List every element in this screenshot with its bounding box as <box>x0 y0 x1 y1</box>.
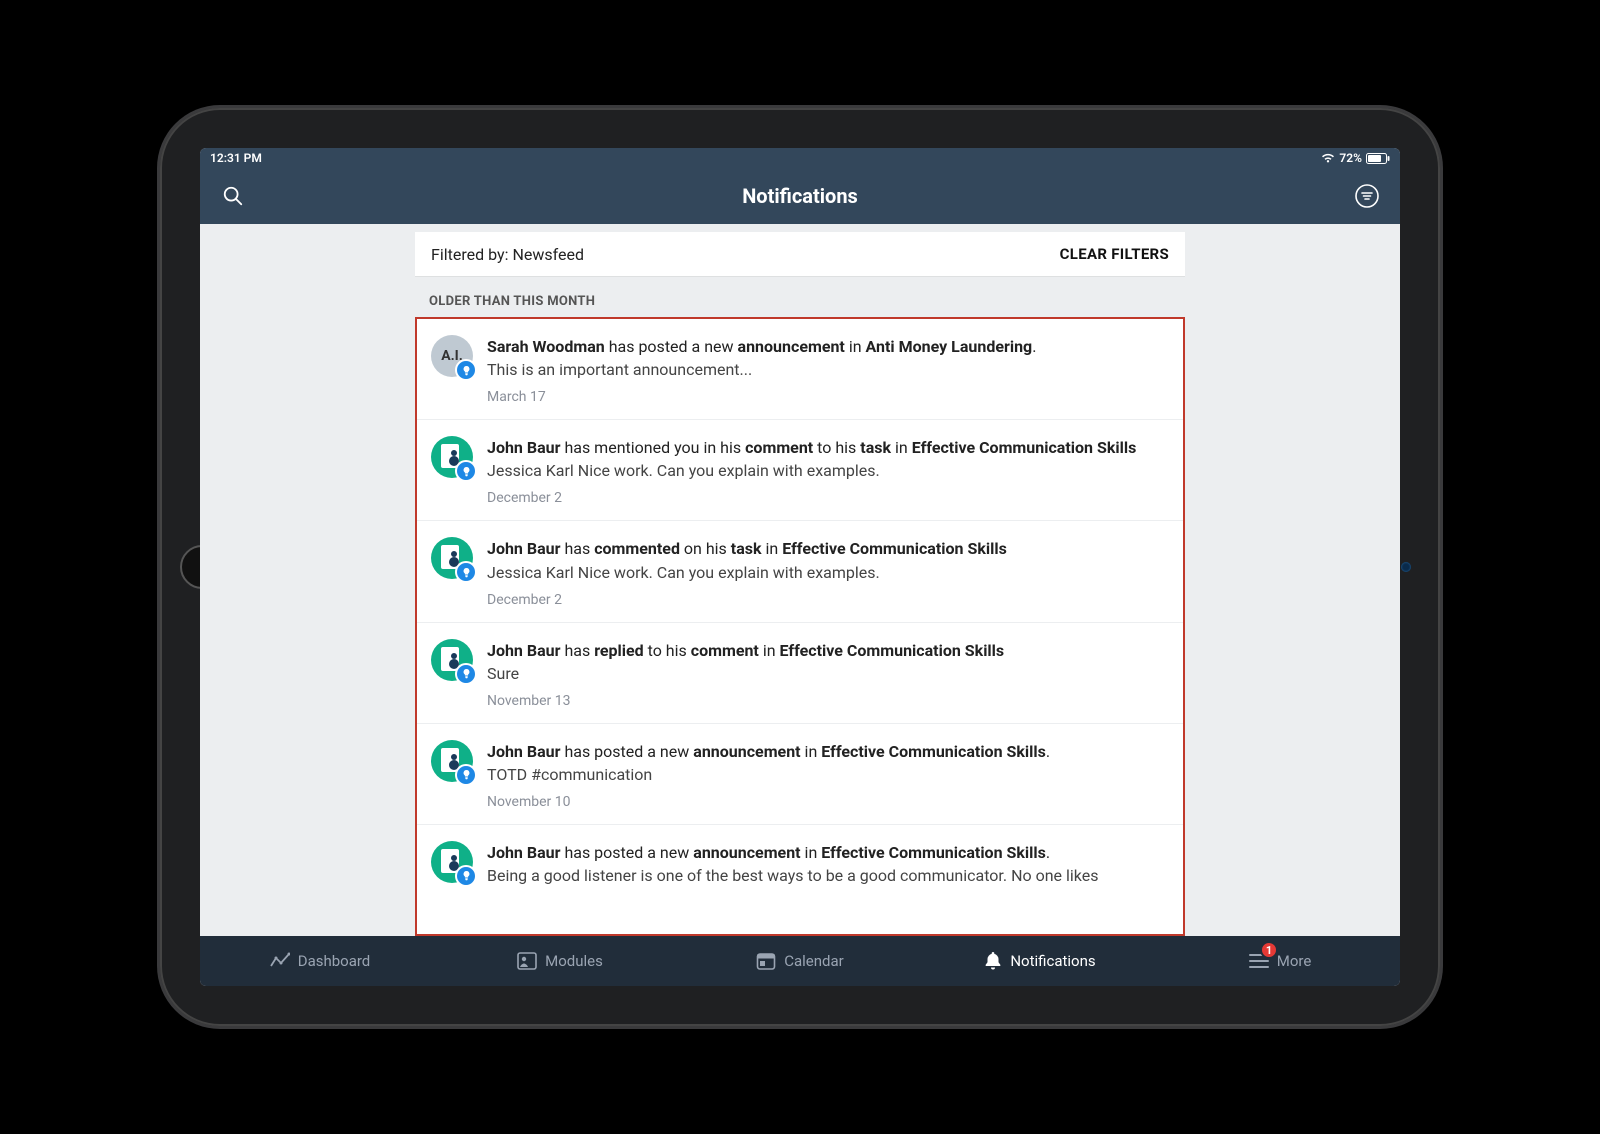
lightbulb-icon <box>455 764 477 786</box>
notification-date: December 2 <box>487 490 1169 506</box>
notification-date: March 17 <box>487 389 1169 405</box>
notification-item[interactable]: John Baur has mentioned you in his comme… <box>417 420 1183 521</box>
tab-dashboard-label: Dashboard <box>298 952 371 970</box>
notification-list: A.I. Sarah Woodman has posted a new annou… <box>415 317 1185 936</box>
tab-more-badge: 1 <box>1260 941 1278 959</box>
notification-item[interactable]: John Baur has replied to his comment in … <box>417 623 1183 724</box>
notification-item[interactable]: John Baur has commented on his task in E… <box>417 521 1183 622</box>
lightbulb-icon <box>455 663 477 685</box>
camera-dot <box>1401 562 1411 572</box>
search-button[interactable] <box>218 181 248 211</box>
lightbulb-icon <box>455 865 477 887</box>
screen: 12:31 PM 72% Notifications <box>200 148 1400 986</box>
notification-title: John Baur has mentioned you in his comme… <box>487 436 1169 459</box>
calendar-icon <box>756 952 776 970</box>
avatar: A.I. <box>431 335 473 377</box>
notification-preview: Jessica Karl Nice work. Can you explain … <box>487 563 1169 582</box>
notification-title: Sarah Woodman has posted a new announcem… <box>487 335 1169 358</box>
lightbulb-icon <box>455 460 477 482</box>
tab-more[interactable]: 1 More <box>1160 936 1400 986</box>
filter-menu-button[interactable] <box>1352 181 1382 211</box>
tab-more-label: More <box>1277 952 1312 970</box>
notification-preview: Being a good listener is one of the best… <box>487 866 1169 885</box>
content-area: Filtered by: Newsfeed CLEAR FILTERS OLDE… <box>200 224 1400 936</box>
notification-preview: This is an important announcement... <box>487 360 1169 379</box>
notification-date: December 2 <box>487 592 1169 608</box>
wifi-icon <box>1321 153 1335 163</box>
ipad-frame: 12:31 PM 72% Notifications <box>160 108 1440 1026</box>
notification-item[interactable]: John Baur has posted a new announcement … <box>417 825 1183 899</box>
status-time: 12:31 PM <box>210 151 262 165</box>
notification-title: John Baur has posted a new announcement … <box>487 841 1169 864</box>
tab-modules[interactable]: Modules <box>440 936 680 986</box>
dashboard-icon <box>270 952 290 970</box>
tab-notifications[interactable]: Notifications <box>920 936 1160 986</box>
tab-notifications-label: Notifications <box>1010 952 1095 970</box>
filter-prefix: Filtered by: <box>431 245 508 264</box>
tab-calendar[interactable]: Calendar <box>680 936 920 986</box>
search-icon <box>222 185 244 207</box>
notification-title: John Baur has replied to his comment in … <box>487 639 1169 662</box>
tab-modules-label: Modules <box>545 952 603 970</box>
tab-bar: Dashboard Modules Calendar Notifications <box>200 936 1400 986</box>
notification-preview: Jessica Karl Nice work. Can you explain … <box>487 461 1169 480</box>
notification-title: John Baur has commented on his task in E… <box>487 537 1169 560</box>
avatar <box>431 436 473 478</box>
notification-item[interactable]: A.I. Sarah Woodman has posted a new annou… <box>417 319 1183 420</box>
avatar <box>431 841 473 883</box>
avatar <box>431 537 473 579</box>
filter-menu-icon <box>1354 183 1380 209</box>
notification-date: November 10 <box>487 794 1169 810</box>
status-battery-pct: 72% <box>1339 151 1362 165</box>
nav-bar: Notifications <box>200 168 1400 224</box>
tab-dashboard[interactable]: Dashboard <box>200 936 440 986</box>
lightbulb-icon <box>455 359 477 381</box>
notification-item[interactable]: John Baur has posted a new announcement … <box>417 724 1183 825</box>
clear-filters-button[interactable]: CLEAR FILTERS <box>1060 245 1169 263</box>
bell-icon <box>984 951 1002 971</box>
notification-title: John Baur has posted a new announcement … <box>487 740 1169 763</box>
avatar <box>431 740 473 782</box>
page-title: Notifications <box>200 184 1400 208</box>
filter-value: Newsfeed <box>512 245 584 264</box>
notification-preview: TOTD #communication <box>487 765 1169 784</box>
lightbulb-icon <box>455 561 477 583</box>
status-bar: 12:31 PM 72% <box>200 148 1400 168</box>
notification-preview: Sure <box>487 664 1169 683</box>
section-header-older: OLDER THAN THIS MONTH <box>415 276 1185 317</box>
avatar <box>431 639 473 681</box>
tab-calendar-label: Calendar <box>784 952 844 970</box>
battery-icon <box>1366 153 1390 164</box>
filter-bar: Filtered by: Newsfeed CLEAR FILTERS <box>415 232 1185 276</box>
modules-icon <box>517 952 537 970</box>
notification-date: November 13 <box>487 693 1169 709</box>
